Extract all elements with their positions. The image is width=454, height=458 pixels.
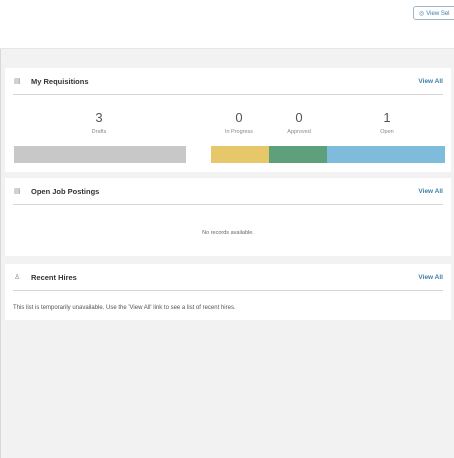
stat-in-progress[interactable]: 0 In Progress bbox=[209, 110, 269, 135]
stat-drafts[interactable]: 3 Drafts bbox=[69, 110, 129, 135]
document-icon: ▤ bbox=[14, 188, 21, 195]
stat-approved[interactable]: 0 Approved bbox=[269, 110, 329, 135]
recent-hires-header: ♙ Recent Hires View All bbox=[13, 264, 443, 291]
recent-hires-view-all-link[interactable]: View All bbox=[418, 274, 443, 281]
job-postings-card: ▤ Open Job Postings View All No records … bbox=[5, 178, 451, 256]
person-icon: ♙ bbox=[14, 274, 21, 281]
stat-open-value: 1 bbox=[383, 110, 391, 125]
requisitions-title: My Requisitions bbox=[31, 77, 89, 86]
in-progress-bar-segment[interactable] bbox=[211, 146, 269, 163]
stat-open-label: Open bbox=[380, 129, 394, 135]
stat-drafts-label: Drafts bbox=[91, 129, 107, 135]
top-toolbar: ◎ View Sel bbox=[0, 0, 454, 49]
view-selected-label: View Sel bbox=[426, 11, 450, 17]
recent-hires-message: This list is temporarily unavailable. Us… bbox=[13, 305, 236, 311]
recent-hires-card: ♙ Recent Hires View All This list is tem… bbox=[5, 264, 451, 320]
job-postings-header: ▤ Open Job Postings View All bbox=[13, 178, 443, 205]
requisitions-view-all-link[interactable]: View All bbox=[418, 78, 443, 85]
eye-icon: ◎ bbox=[419, 11, 425, 17]
job-postings-title: Open Job Postings bbox=[31, 187, 100, 196]
window-edge bbox=[0, 0, 3, 458]
drafts-bar-segment[interactable] bbox=[14, 146, 186, 163]
stat-drafts-value: 3 bbox=[95, 110, 103, 125]
view-selected-button[interactable]: ◎ View Sel bbox=[413, 6, 454, 20]
stat-in-progress-value: 0 bbox=[235, 110, 243, 125]
stat-approved-label: Approved bbox=[287, 129, 311, 135]
recent-hires-title: Recent Hires bbox=[31, 273, 77, 282]
stat-approved-value: 0 bbox=[295, 110, 303, 125]
requisitions-card: ▤ My Requisitions View All 3 Drafts 0 In… bbox=[5, 68, 451, 172]
job-postings-empty-message: No records available. bbox=[202, 230, 254, 236]
approved-bar-segment[interactable] bbox=[269, 146, 327, 163]
requisitions-header: ▤ My Requisitions View All bbox=[13, 68, 443, 95]
stat-open[interactable]: 1 Open bbox=[357, 110, 417, 135]
stat-in-progress-label: In Progress bbox=[224, 129, 254, 135]
document-icon: ▤ bbox=[14, 78, 21, 85]
job-postings-view-all-link[interactable]: View All bbox=[418, 188, 443, 195]
open-bar-segment[interactable] bbox=[327, 146, 445, 163]
